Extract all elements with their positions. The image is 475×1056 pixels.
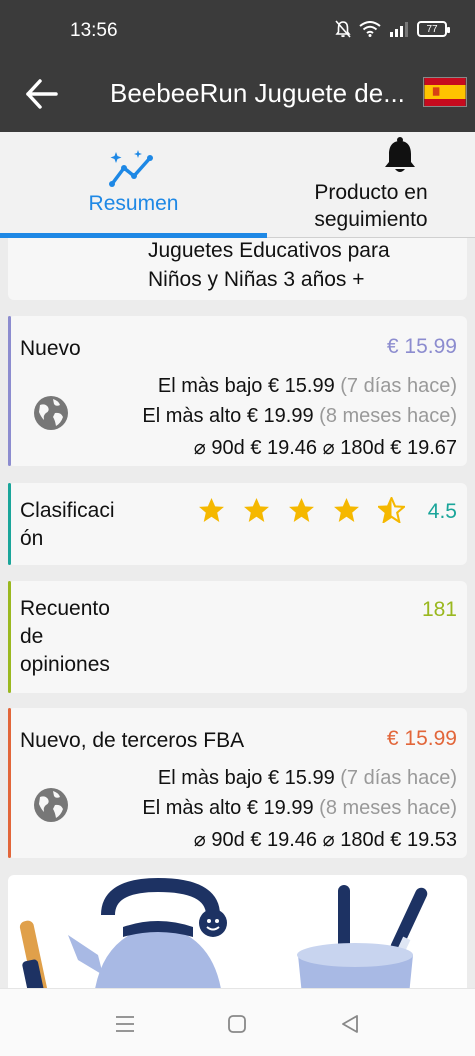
bell-off-icon	[335, 20, 351, 38]
card-label: Nuevo	[20, 337, 81, 360]
back-arrow-icon[interactable]	[22, 74, 62, 114]
accent-bar	[8, 483, 11, 565]
lowest-label: El màs bajo	[157, 375, 263, 397]
lowest-when: (7 días hace)	[340, 375, 457, 397]
status-icons: 77	[335, 20, 450, 38]
battery-icon: 77	[417, 21, 450, 37]
avg180-price: € 19.53	[390, 829, 457, 851]
average-row: ⌀ 90d € 19.46 ⌀ 180d € 19.67	[194, 435, 457, 460]
tab-producto-seguimiento[interactable]: Producto en seguimiento	[267, 132, 475, 238]
tab-seguimiento-label: Producto en seguimiento	[314, 181, 428, 231]
signal-icon	[390, 22, 408, 37]
avg180-label: ⌀ 180d	[322, 829, 385, 851]
star-rating	[198, 497, 405, 523]
lowest-when: (7 días hace)	[340, 767, 457, 789]
highest-label: El màs alto	[142, 405, 242, 427]
menu-icon[interactable]	[114, 1015, 136, 1033]
avg180-label: ⌀ 180d	[322, 437, 385, 459]
product-image-card[interactable]	[8, 875, 467, 988]
card-label: Recuento de opiniones	[20, 595, 110, 679]
highest-price: € 19.99	[246, 797, 314, 819]
card-label-line-2: ón	[20, 527, 44, 550]
battery-level: 77	[426, 23, 438, 35]
card-label-line-2: de	[20, 625, 44, 648]
star-full-icon	[244, 498, 269, 522]
star-half-icon	[378, 497, 405, 523]
product-title-line-1: Juguetes Educativos para	[148, 239, 390, 262]
back-icon[interactable]	[340, 1014, 360, 1034]
card-label-line-1: Clasificaci	[20, 499, 115, 522]
average-row: ⌀ 90d € 19.46 ⌀ 180d € 19.53	[194, 827, 457, 852]
highest-when: (8 meses hace)	[319, 797, 457, 819]
avg90-price: € 19.46	[250, 829, 318, 851]
card-label-line-1: Recuento	[20, 597, 110, 620]
status-time: 13:56	[70, 20, 118, 41]
sparkle-chart-icon	[109, 150, 153, 187]
home-icon[interactable]	[227, 1014, 247, 1034]
rating-value: 4.5	[427, 500, 457, 523]
bell-icon	[385, 137, 415, 172]
accent-bar	[8, 581, 11, 693]
wifi-icon	[359, 21, 381, 37]
product-title-line-2: Niños y Niñas 3 años +	[148, 268, 365, 291]
card-label: Nuevo, de terceros FBA	[20, 729, 245, 752]
card-label-line-3: opiniones	[20, 653, 110, 676]
lowest-row: El màs bajo € 15.99 (7 días hace)	[158, 767, 457, 790]
lowest-price: € 15.99	[267, 767, 335, 789]
avg90-label: ⌀ 90d	[193, 437, 245, 459]
star-full-icon	[289, 498, 314, 522]
product-title-text: Juguetes Educativos para Niños y Niñas 3…	[148, 238, 390, 294]
lowest-label: El màs bajo	[157, 767, 263, 789]
current-price: € 15.99	[386, 335, 457, 358]
star-full-icon	[199, 498, 224, 522]
highest-row: El màs alto € 19.99 (8 meses hace)	[142, 405, 457, 428]
spain-flag-icon[interactable]	[423, 77, 467, 107]
status-bar: 13:56 77	[0, 0, 475, 60]
page-title: BeebeeRun Juguete de...	[110, 78, 405, 108]
product-title-card: Juguetes Educativos para Niños y Niñas 3…	[8, 238, 467, 300]
app-bar: BeebeeRun Juguete de...	[0, 60, 475, 132]
tab-resumen[interactable]: Resumen	[0, 132, 267, 238]
globe-icon	[34, 396, 68, 430]
highest-price: € 19.99	[246, 405, 314, 427]
reviews-count: 181	[421, 598, 457, 621]
accent-bar	[8, 316, 11, 466]
product-image[interactable]	[8, 875, 467, 988]
lowest-price: € 15.99	[267, 375, 335, 397]
price-card-fba[interactable]: Nuevo, de terceros FBA € 15.99 El màs ba…	[8, 708, 467, 858]
price-card-nuevo[interactable]: Nuevo € 15.99 El màs bajo € 15.99 (7 día…	[8, 316, 467, 466]
globe-icon	[34, 788, 68, 822]
card-label: Clasificaci ón	[20, 497, 115, 553]
tab-bar: Resumen Producto en seguimiento	[0, 132, 475, 238]
content-scroll[interactable]: Juguetes Educativos para Niños y Niñas 3…	[0, 238, 475, 988]
star-full-icon	[334, 498, 359, 522]
accent-bar	[8, 708, 11, 858]
tab-resumen-label: Resumen	[88, 192, 179, 215]
rating-card[interactable]: Clasificaci ón 4.5	[8, 483, 467, 565]
reviews-card[interactable]: Recuento de opiniones 181	[8, 581, 467, 693]
lowest-row: El màs bajo € 15.99 (7 días hace)	[158, 375, 457, 398]
system-nav-bar	[0, 988, 475, 1056]
current-price: € 15.99	[386, 727, 457, 750]
highest-label: El màs alto	[142, 797, 242, 819]
avg180-price: € 19.67	[390, 437, 457, 459]
highest-when: (8 meses hace)	[319, 405, 457, 427]
highest-row: El màs alto € 19.99 (8 meses hace)	[142, 797, 457, 820]
avg90-label: ⌀ 90d	[193, 829, 245, 851]
avg90-price: € 19.46	[250, 437, 318, 459]
